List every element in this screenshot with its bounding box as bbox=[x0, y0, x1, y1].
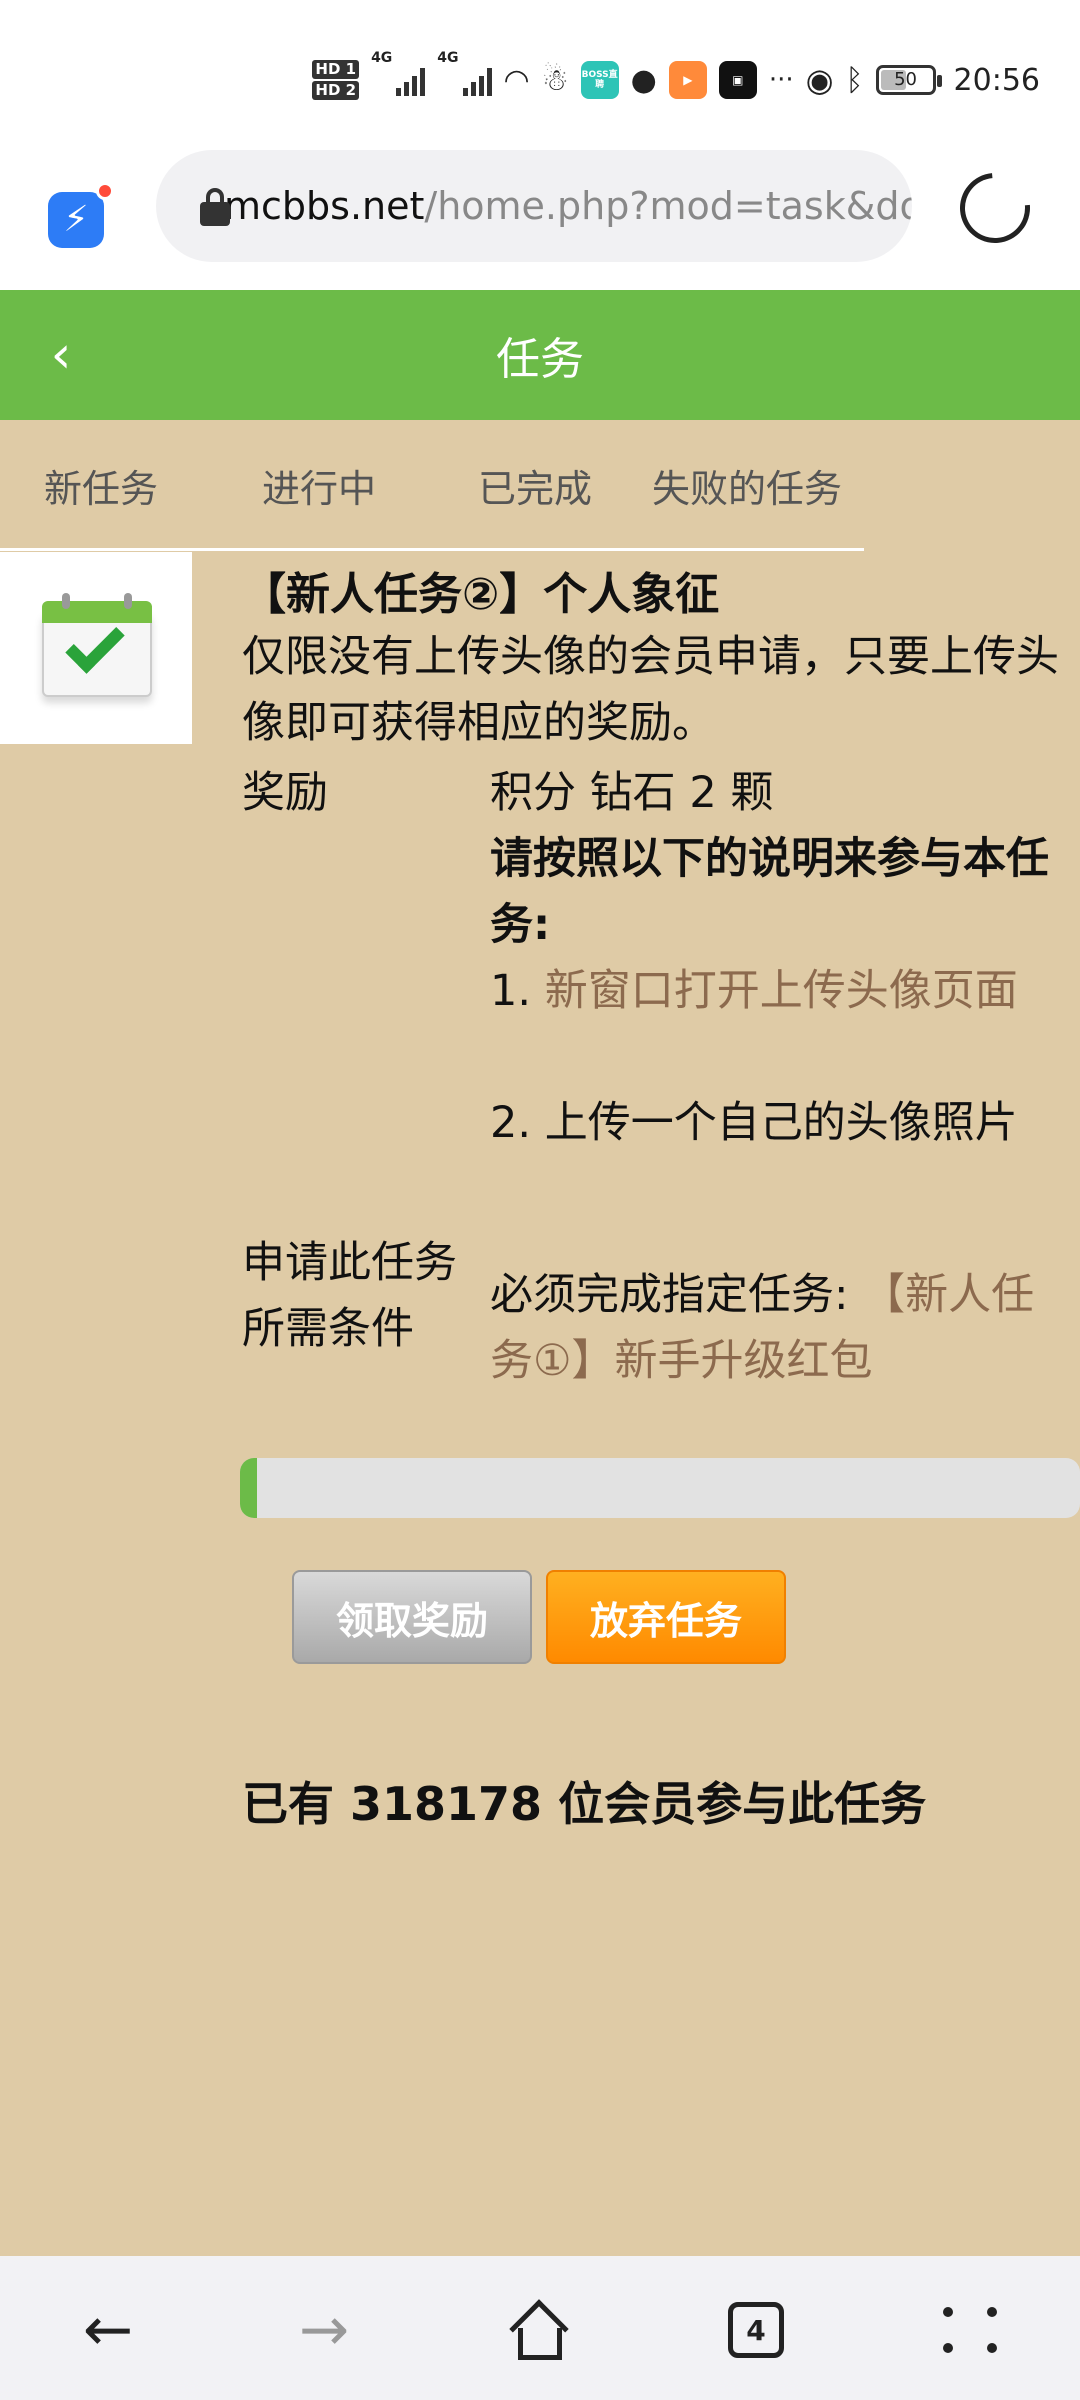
url-host: mcbbs.net bbox=[224, 184, 425, 228]
task-title: 【新人任务②】个人象征 bbox=[242, 569, 720, 620]
tab-completed[interactable]: 已完成 bbox=[478, 458, 592, 513]
tab-new-tasks[interactable]: 新任务 bbox=[44, 458, 158, 513]
menu-dots-icon[interactable] bbox=[922, 2280, 1022, 2380]
reward-label: 奖励 bbox=[242, 768, 328, 818]
reward-value: 积分 钻石 2 颗 bbox=[490, 768, 774, 818]
status-bar: HD 1 HD 2 4G 4G ◠ ☃ BOSS直聘 ● ▶ ▣ ··· ◉ ᛒ… bbox=[0, 0, 1080, 150]
task-tabs: 新任务 进行中 已完成 失败的任务 bbox=[0, 420, 1080, 550]
boss-app-icon: BOSS直聘 bbox=[580, 61, 619, 99]
browser-logo-icon[interactable]: ⚡ bbox=[48, 182, 114, 248]
tabs-button[interactable]: 4 bbox=[706, 2280, 806, 2380]
condition-value: 必须完成指定任务: 【新人任务①】新手升级红包 bbox=[490, 1262, 1060, 1394]
network-type-1: 4G bbox=[371, 50, 393, 66]
browser-nav-bar: ← → 4 bbox=[0, 2256, 1080, 2400]
video-app-icon: ▶ bbox=[668, 61, 707, 99]
instruction-step-1: 1. 新窗口打开上传头像页面 bbox=[490, 958, 1060, 1024]
abandon-task-button[interactable]: 放弃任务 bbox=[546, 1570, 786, 1664]
sim2-label: HD 2 bbox=[312, 81, 360, 100]
sim-indicator: HD 1 HD 2 bbox=[312, 59, 360, 101]
wifi-icon: ◠ bbox=[503, 62, 530, 98]
headset-icon: ☃ bbox=[541, 62, 569, 98]
instruction-step-2: 2. 上传一个自己的头像照片 bbox=[490, 1098, 1018, 1148]
sim1-label: HD 1 bbox=[312, 60, 360, 79]
condition-label: 申请此任务所需条件 bbox=[242, 1238, 457, 1354]
upload-avatar-link[interactable]: 新窗口打开上传头像页面 bbox=[545, 966, 1018, 1016]
browser-toolbar: ⚡ mcbbs.net/home.php?mod=task&do= bbox=[0, 150, 1080, 290]
task-calendar-check-icon bbox=[0, 552, 192, 744]
instructions-heading: 请按照以下的说明来参与本任务: bbox=[490, 834, 1049, 950]
more-notifications: ··· bbox=[768, 65, 794, 95]
tab-failed[interactable]: 失败的任务 bbox=[652, 458, 842, 513]
wechat-icon: ● bbox=[630, 62, 657, 98]
bluetooth-icon: ᛒ bbox=[845, 62, 864, 98]
signal-icon bbox=[396, 64, 426, 96]
battery-icon: 50 bbox=[875, 65, 942, 95]
eye-icon: ◉ bbox=[805, 61, 834, 99]
back-arrow-icon[interactable]: ← bbox=[58, 2280, 158, 2380]
reload-icon[interactable] bbox=[945, 158, 1045, 258]
address-bar[interactable]: mcbbs.net/home.php?mod=task&do= bbox=[156, 150, 912, 262]
tv-app-icon: ▣ bbox=[718, 61, 757, 99]
forward-arrow-icon[interactable]: → bbox=[274, 2280, 374, 2380]
url-path: /home.php?mod=task&do= bbox=[424, 184, 912, 228]
page-title: 任务 bbox=[496, 334, 584, 385]
claim-reward-button[interactable]: 领取奖励 bbox=[292, 1570, 532, 1664]
tabs-count-icon: 4 bbox=[728, 2302, 784, 2358]
battery-level: 50 bbox=[894, 69, 917, 90]
participants-count: 已有 318178 位会员参与此任务 bbox=[242, 1777, 927, 1831]
step1-prefix: 1. bbox=[490, 966, 545, 1016]
page-header: ‹ 任务 bbox=[0, 290, 1080, 420]
task-description: 仅限没有上传头像的会员申请，只要上传头像即可获得相应的奖励。 bbox=[242, 632, 1059, 748]
condition-prefix: 必须完成指定任务: bbox=[490, 1270, 863, 1320]
home-icon[interactable] bbox=[490, 2280, 590, 2380]
clock: 20:56 bbox=[953, 62, 1040, 98]
back-chevron-icon[interactable]: ‹ bbox=[36, 325, 86, 385]
signal-icon-2 bbox=[462, 64, 492, 96]
progress-fill bbox=[240, 1458, 257, 1518]
tabs-divider bbox=[0, 548, 864, 551]
task-progress-bar bbox=[240, 1458, 1080, 1518]
network-type-2: 4G bbox=[437, 50, 459, 66]
tab-in-progress[interactable]: 进行中 bbox=[262, 458, 376, 513]
